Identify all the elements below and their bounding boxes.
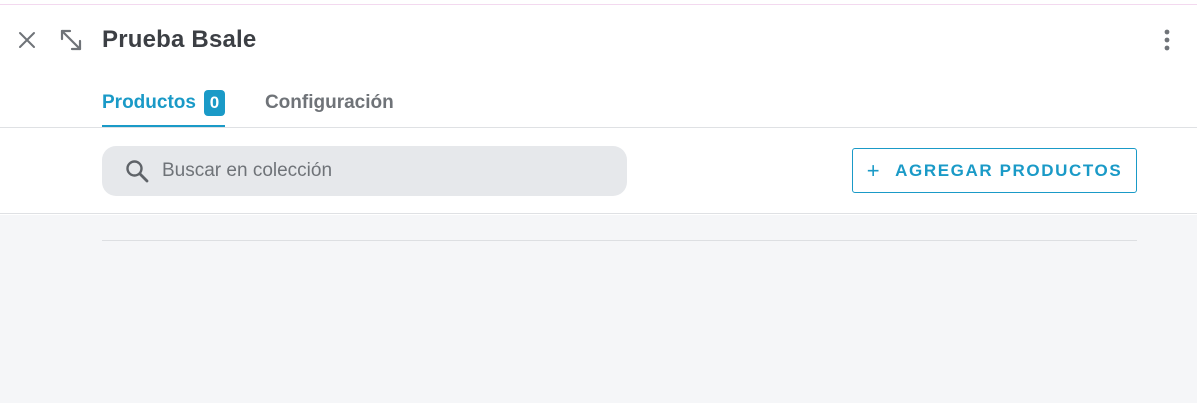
expand-button[interactable]: [56, 25, 86, 55]
more-options-button[interactable]: [1152, 25, 1182, 55]
add-products-button[interactable]: + AGREGAR PRODUCTOS: [852, 148, 1137, 193]
plus-icon: +: [866, 157, 882, 183]
close-button[interactable]: [12, 25, 42, 55]
tab-bar: Productos 0 Configuración: [102, 89, 394, 127]
toolbar: + AGREGAR PRODUCTOS: [0, 128, 1197, 214]
panel-header: Prueba Bsale Productos 0 Configuración: [0, 5, 1197, 127]
add-products-label: AGREGAR PRODUCTOS: [895, 160, 1123, 180]
expand-diagonal-icon: [60, 29, 82, 51]
search-input[interactable]: [162, 151, 602, 191]
tab-configuracion-label: Configuración: [264, 92, 394, 113]
tab-configuracion[interactable]: Configuración: [265, 89, 394, 127]
tab-productos-label: Productos: [102, 92, 196, 113]
products-count-badge: 0: [203, 90, 225, 116]
close-icon: [19, 32, 35, 48]
more-vertical-icon: [1164, 29, 1170, 51]
page-title: Prueba Bsale: [102, 26, 257, 53]
list-divider: [102, 240, 1137, 241]
content-area: [0, 215, 1197, 403]
search-icon: [124, 158, 150, 184]
tab-productos[interactable]: Productos 0: [102, 89, 225, 127]
search-box[interactable]: [102, 146, 627, 196]
